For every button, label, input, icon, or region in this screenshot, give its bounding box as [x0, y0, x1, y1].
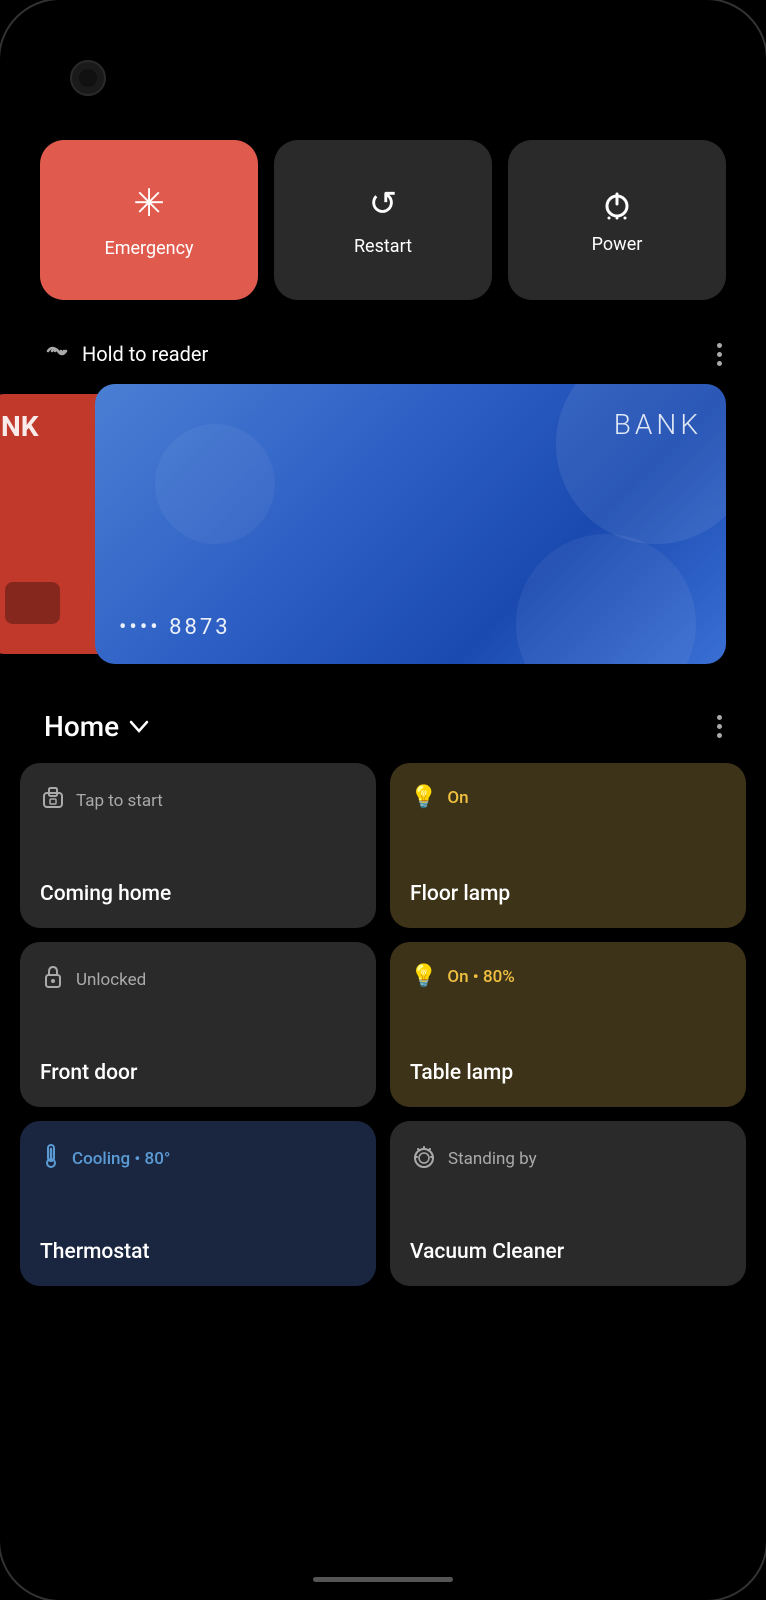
home-chevron-icon: [129, 715, 149, 739]
thermostat-tile[interactable]: Cooling • 80° Thermostat: [20, 1121, 376, 1286]
coming-home-tile[interactable]: Tap to start Coming home: [20, 763, 376, 928]
home-menu-button[interactable]: [717, 715, 722, 738]
table-lamp-tile[interactable]: 💡 On • 80% Table lamp: [390, 942, 746, 1107]
home-indicator: [313, 1577, 453, 1582]
quick-actions-row: ✳ Emergency Restart Power: [40, 140, 726, 300]
thermostat-status: Cooling • 80°: [72, 1149, 170, 1169]
floor-lamp-tile[interactable]: 💡 On Floor lamp: [390, 763, 746, 928]
nfc-waves-icon: [44, 340, 72, 368]
nfc-title-row: Hold to reader: [44, 340, 208, 368]
emergency-icon: ✳: [133, 181, 165, 226]
restart-icon: [369, 184, 398, 224]
emergency-label: Emergency: [104, 238, 193, 259]
phone-screen: ✳ Emergency Restart Power: [0, 0, 766, 1600]
home-section: Home: [0, 690, 766, 1600]
home-title: Home: [44, 710, 119, 743]
nfc-menu-button[interactable]: [717, 343, 722, 366]
card-carousel: NK BANK •••• 8873: [40, 384, 726, 674]
card-bank-name: BANK: [119, 408, 702, 441]
phone-shell: ✳ Emergency Restart Power: [0, 0, 766, 1600]
floor-lamp-name: Floor lamp: [410, 878, 726, 906]
home-title-row[interactable]: Home: [44, 710, 149, 743]
front-door-name: Front door: [40, 1057, 356, 1085]
vacuum-tile[interactable]: Standing by Vacuum Cleaner: [390, 1121, 746, 1286]
front-door-tile[interactable]: Unlocked Front door: [20, 942, 376, 1107]
card-main[interactable]: BANK •••• 8873: [95, 384, 726, 664]
thermostat-name: Thermostat: [40, 1236, 356, 1264]
nfc-header: Hold to reader: [40, 340, 726, 368]
emergency-button[interactable]: ✳ Emergency: [40, 140, 258, 300]
home-header: Home: [0, 690, 766, 763]
nfc-section: Hold to reader NK: [40, 340, 726, 674]
card-number: •••• 8873: [119, 615, 702, 640]
coming-home-status: Tap to start: [76, 791, 163, 811]
camera-dot: [70, 60, 106, 96]
tiles-grid: Tap to start Coming home 💡 On Floor lamp: [0, 763, 766, 1286]
routine-icon: [40, 785, 66, 817]
vacuum-name: Vacuum Cleaner: [410, 1236, 726, 1264]
floor-lamp-status: On: [447, 788, 468, 808]
door-lock-icon: [40, 964, 66, 996]
vacuum-icon: [410, 1143, 438, 1175]
table-lamp-icon: 💡: [410, 964, 437, 989]
nfc-title: Hold to reader: [82, 342, 208, 366]
restart-button[interactable]: Restart: [274, 140, 492, 300]
restart-label: Restart: [354, 236, 412, 257]
table-lamp-status: On • 80%: [447, 967, 514, 987]
thermostat-icon: [40, 1143, 62, 1175]
vacuum-status: Standing by: [448, 1149, 537, 1169]
coming-home-name: Coming home: [40, 878, 356, 906]
power-label: Power: [592, 234, 643, 255]
floor-lamp-icon: 💡: [410, 785, 437, 810]
power-icon: [599, 186, 635, 222]
front-door-status: Unlocked: [76, 970, 146, 990]
power-button[interactable]: Power: [508, 140, 726, 300]
table-lamp-name: Table lamp: [410, 1057, 726, 1085]
